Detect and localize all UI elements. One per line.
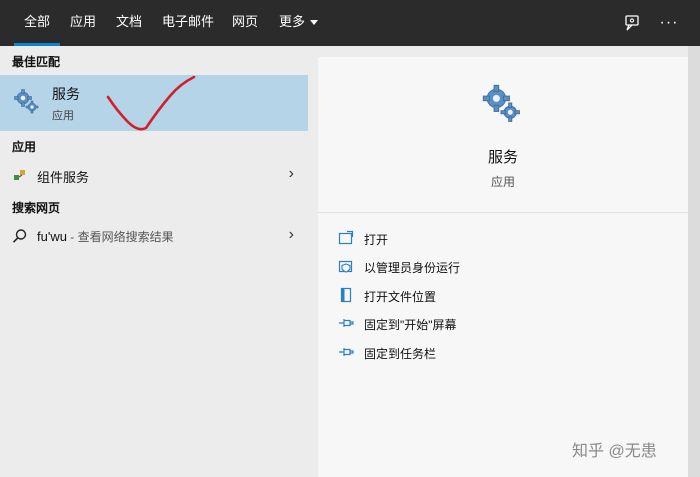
tab-more[interactable]: 更多 bbox=[279, 0, 319, 46]
file-location-icon bbox=[338, 287, 356, 305]
component-services-icon bbox=[12, 167, 28, 188]
search-icon bbox=[12, 228, 28, 249]
divider bbox=[318, 212, 688, 213]
action-label: 打开文件位置 bbox=[364, 290, 437, 304]
web-search-hint: - 查看网络搜索结果 bbox=[66, 230, 174, 244]
results-panel: 最佳匹配 服务 应用 应用 组件服务 › 搜索网页 fu'wu - 查看网络搜索… bbox=[0, 46, 308, 477]
tab-documents[interactable]: 文档 bbox=[116, 0, 142, 46]
action-label: 固定到任务栏 bbox=[364, 347, 437, 361]
chevron-right-icon[interactable]: › bbox=[289, 166, 294, 182]
action-label: 固定到"开始"屏幕 bbox=[364, 318, 457, 332]
action-label: 以管理员身份运行 bbox=[364, 261, 461, 275]
tab-email[interactable]: 电子邮件 bbox=[162, 0, 214, 46]
more-options-icon[interactable]: ··· bbox=[657, 11, 681, 35]
pin-icon bbox=[338, 344, 356, 362]
preview-title: 服务 bbox=[487, 149, 518, 166]
preview-subtitle: 应用 bbox=[490, 175, 515, 189]
feedback-icon[interactable] bbox=[620, 11, 644, 35]
background-window-edge bbox=[688, 46, 700, 477]
preview-panel: 服务 应用 打开 以管理员身份运行 打开文件位置 固定到"开始"屏幕 固定到任务… bbox=[318, 57, 688, 477]
best-match-subtitle: 应用 bbox=[52, 110, 74, 122]
tab-web[interactable]: 网页 bbox=[232, 0, 258, 46]
gear-icon bbox=[13, 88, 39, 119]
preview-header: 服务 应用 bbox=[318, 57, 688, 212]
web-search-label: fu'wu - 查看网络搜索结果 bbox=[37, 228, 174, 245]
web-search-query: fu'wu bbox=[37, 229, 67, 244]
chevron-right-icon[interactable]: › bbox=[289, 227, 294, 243]
best-match-item[interactable]: 服务 应用 bbox=[0, 75, 308, 131]
tab-all[interactable]: 全部 bbox=[13, 0, 61, 46]
watermark: 知乎 @无患 bbox=[572, 443, 657, 460]
best-match-header: 最佳匹配 bbox=[12, 55, 61, 69]
tab-apps[interactable]: 应用 bbox=[70, 0, 96, 46]
run-as-admin-icon bbox=[338, 258, 356, 276]
open-icon bbox=[338, 230, 356, 248]
web-header: 搜索网页 bbox=[12, 201, 61, 215]
search-tab-bar: 全部 应用 文档 电子邮件 网页 更多 ··· bbox=[0, 0, 700, 46]
action-label: 打开 bbox=[364, 233, 389, 247]
best-match-title: 服务 bbox=[52, 86, 80, 102]
list-item-web-search[interactable]: fu'wu - 查看网络搜索结果 › bbox=[0, 222, 308, 250]
chevron-down-icon bbox=[310, 20, 319, 26]
list-item-label: 组件服务 bbox=[37, 170, 90, 185]
list-item-component-services[interactable]: 组件服务 › bbox=[0, 161, 308, 189]
apps-header: 应用 bbox=[12, 140, 37, 154]
tab-more-label: 更多 bbox=[279, 14, 306, 29]
gear-icon bbox=[481, 83, 521, 128]
pin-icon bbox=[338, 315, 356, 333]
